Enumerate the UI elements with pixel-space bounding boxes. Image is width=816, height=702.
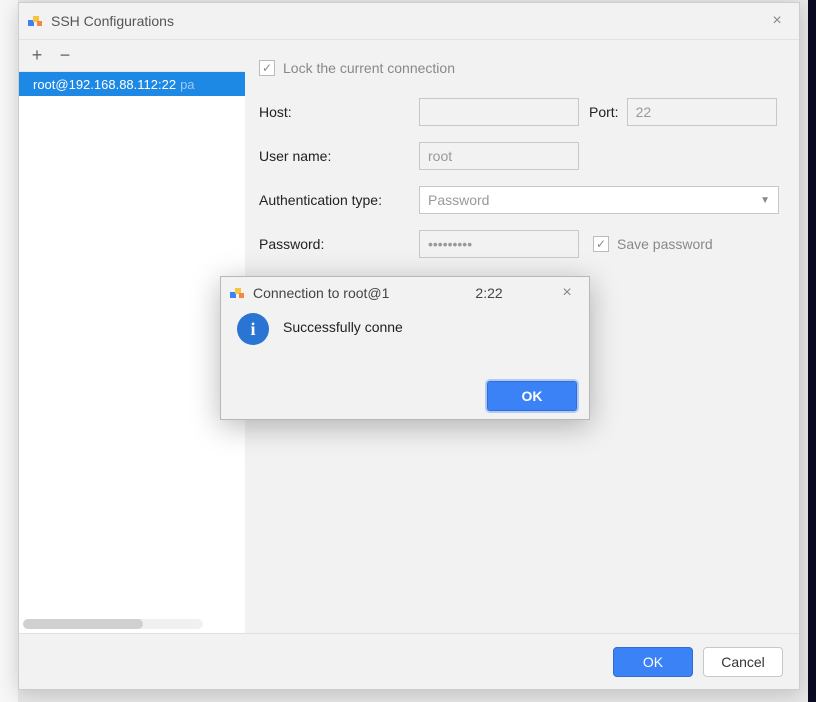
inner-footer: OK [221, 373, 589, 419]
ide-background-left [0, 0, 18, 702]
inner-message-prefix: Successfully conne [283, 319, 403, 335]
auth-label: Authentication type: [259, 192, 419, 208]
scrollbar-thumb[interactable] [23, 619, 143, 629]
inner-title-prefix: Connection to root@1 [253, 285, 389, 301]
inner-dialog-title: Connection to root@1 2:22 [253, 285, 553, 301]
plus-icon: + [32, 45, 43, 66]
inner-message-obscured [403, 321, 447, 335]
host-row: Host: Port: [259, 98, 779, 126]
auth-type-select[interactable]: Password ▼ [419, 186, 779, 214]
lock-row: Lock the current connection [259, 54, 779, 82]
config-list: root@192.168.88.112:22 pa [19, 72, 245, 633]
inner-title-suffix: 2:22 [475, 285, 502, 301]
info-icon: i [237, 313, 269, 345]
username-row: User name: [259, 142, 779, 170]
inner-titlebar: Connection to root@1 2:22 × [221, 277, 589, 309]
cancel-button[interactable]: Cancel [703, 647, 783, 677]
dialog-titlebar: SSH Configurations × [19, 3, 799, 39]
connection-result-dialog: Connection to root@1 2:22 × i Successfull… [220, 276, 590, 420]
dialog-footer: OK Cancel [19, 633, 799, 689]
inner-message: Successfully conne [283, 313, 447, 335]
save-password-wrap[interactable]: Save password [593, 236, 713, 252]
app-icon [229, 285, 245, 301]
config-list-item[interactable]: root@192.168.88.112:22 pa [19, 72, 245, 96]
add-config-button[interactable]: + [25, 44, 49, 68]
username-input[interactable] [419, 142, 579, 170]
host-label: Host: [259, 104, 419, 120]
inner-body: i Successfully conne [221, 309, 589, 373]
save-password-checkbox[interactable] [593, 236, 609, 252]
save-password-label: Save password [617, 236, 713, 252]
lock-checkbox-wrap[interactable]: Lock the current connection [259, 60, 455, 76]
sidebar-h-scrollbar[interactable] [23, 619, 203, 629]
password-input[interactable] [419, 230, 579, 258]
inner-title-obscured [393, 287, 471, 301]
dialog-close-button[interactable]: × [763, 7, 791, 35]
config-sidebar: + − root@192.168.88.112:22 pa [19, 40, 245, 633]
minus-icon: − [60, 45, 71, 66]
remove-config-button[interactable]: − [53, 44, 77, 68]
host-input[interactable] [419, 98, 579, 126]
ok-button-label: OK [643, 654, 663, 670]
password-row: Password: Save password [259, 230, 779, 258]
config-item-extra: pa [180, 77, 194, 92]
password-label: Password: [259, 236, 419, 252]
auth-select-value: Password [428, 192, 489, 208]
port-input[interactable] [627, 98, 777, 126]
inner-close-button[interactable]: × [553, 279, 581, 307]
ide-background-right [808, 0, 816, 702]
chevron-down-icon: ▼ [760, 195, 770, 206]
auth-row: Authentication type: Password ▼ [259, 186, 779, 214]
lock-checkbox[interactable] [259, 60, 275, 76]
inner-ok-label: OK [522, 388, 543, 404]
port-label: Port: [589, 104, 619, 120]
username-label: User name: [259, 148, 419, 164]
config-item-label: root@192.168.88.112:22 [33, 77, 176, 92]
inner-ok-button[interactable]: OK [487, 381, 577, 411]
dialog-title: SSH Configurations [51, 13, 763, 29]
sidebar-toolbar: + − [19, 40, 245, 72]
cancel-button-label: Cancel [721, 654, 765, 670]
ok-button[interactable]: OK [613, 647, 693, 677]
lock-label: Lock the current connection [283, 60, 455, 76]
app-icon [27, 13, 43, 29]
